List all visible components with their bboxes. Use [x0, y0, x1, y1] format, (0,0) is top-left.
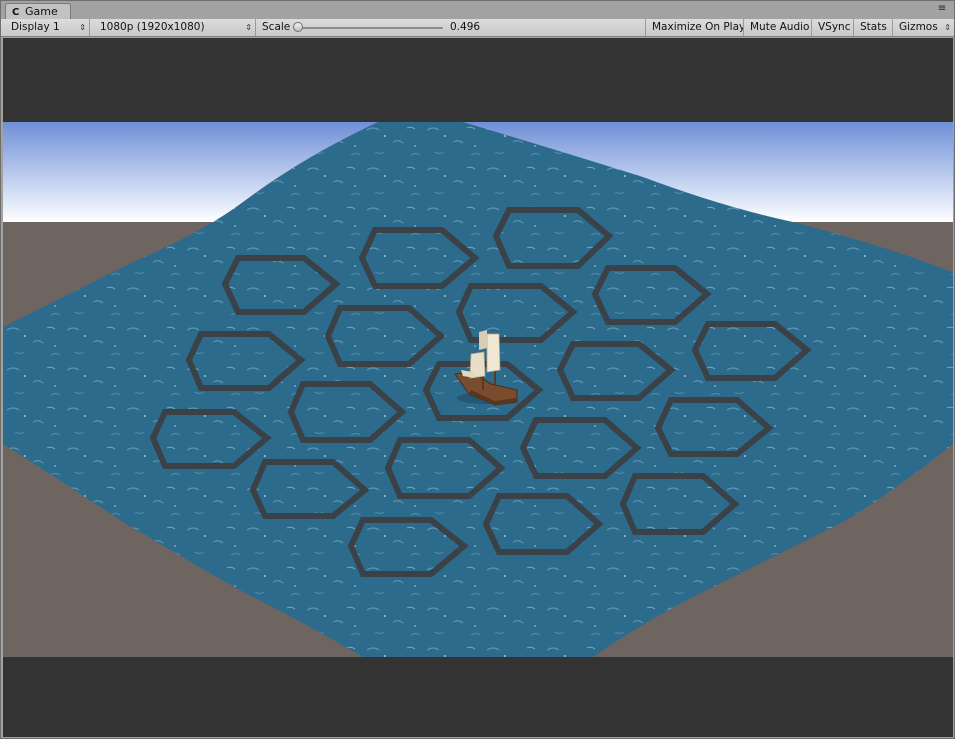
resolution-dropdown[interactable]: 1080p (1920x1080) ⇕ [90, 19, 256, 36]
tab-bar: C Game ≡ [1, 1, 954, 20]
game-window: C Game ≡ Display 1 ⇕ 1080p (1920x1080) ⇕… [0, 0, 955, 739]
stats-toggle[interactable]: Stats [854, 19, 893, 36]
resolution-dropdown-label: 1080p (1920x1080) [100, 21, 205, 33]
vsync-toggle[interactable]: VSync [812, 19, 854, 36]
scale-slider-track[interactable] [299, 27, 443, 29]
mute-audio-toggle[interactable]: Mute Audio [744, 19, 812, 36]
display-dropdown[interactable]: Display 1 ⇕ [5, 19, 90, 36]
game-render [3, 122, 953, 657]
tab-game[interactable]: C Game [5, 3, 71, 19]
game-toolbar: Display 1 ⇕ 1080p (1920x1080) ⇕ Scale 0.… [1, 19, 954, 37]
vsync-label: VSync [818, 21, 851, 33]
game-viewport[interactable] [3, 38, 953, 737]
menu-icon[interactable]: ≡ [936, 4, 948, 14]
scene-svg [3, 122, 953, 657]
maximize-on-play-label: Maximize On Play [652, 21, 744, 33]
game-icon: C [12, 7, 20, 18]
maximize-on-play-toggle[interactable]: Maximize On Play [646, 19, 744, 36]
stats-label: Stats [860, 21, 887, 33]
display-dropdown-label: Display 1 [11, 21, 60, 33]
dropdown-arrow-icon: ⇕ [79, 23, 86, 32]
gizmos-dropdown[interactable]: Gizmos ⇕ [893, 19, 954, 36]
scale-slider-thumb[interactable] [293, 22, 303, 32]
tab-game-label: Game [25, 5, 58, 18]
dropdown-arrow-icon: ⇕ [944, 23, 951, 32]
scale-value: 0.496 [450, 21, 480, 33]
dropdown-arrow-icon: ⇕ [245, 23, 252, 32]
gizmos-label: Gizmos [899, 21, 938, 33]
mute-audio-label: Mute Audio [750, 21, 810, 33]
scale-label: Scale [262, 21, 291, 33]
